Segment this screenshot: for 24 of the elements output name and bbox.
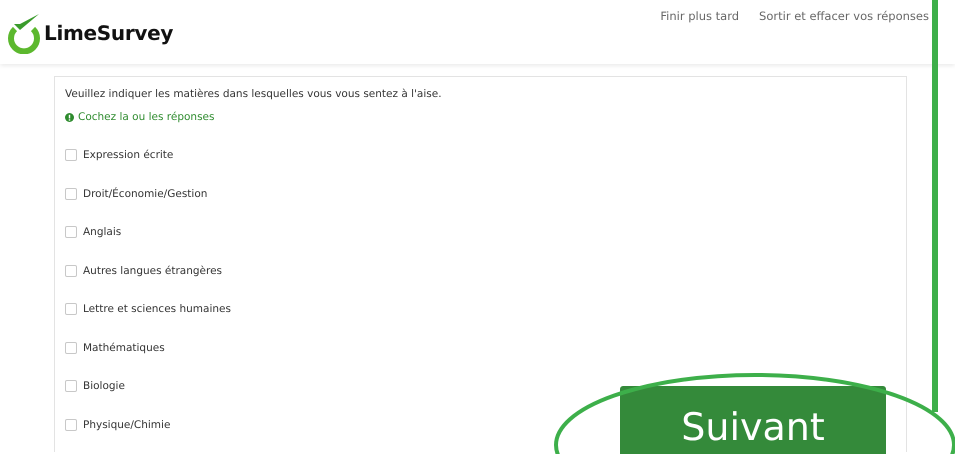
checkbox[interactable] bbox=[65, 418, 77, 430]
checkbox[interactable] bbox=[65, 188, 77, 200]
logo-icon bbox=[6, 12, 42, 54]
option-label: Physique/Chimie bbox=[83, 418, 170, 430]
header-link[interactable]: Finir plus tard bbox=[660, 9, 740, 23]
checkbox[interactable] bbox=[65, 342, 77, 354]
next-button[interactable]: Suivant bbox=[620, 386, 886, 454]
option-label: Mathématiques bbox=[83, 342, 165, 354]
option-label: Anglais bbox=[83, 226, 122, 238]
checkbox[interactable] bbox=[65, 264, 77, 276]
checkbox[interactable] bbox=[65, 380, 77, 392]
option-label: Droit/Économie/Gestion bbox=[83, 188, 208, 200]
option-label: Expression écrite bbox=[83, 149, 174, 161]
brand-name: LimeSurvey bbox=[44, 21, 174, 45]
hint-text: Cochez la ou les réponses bbox=[78, 111, 214, 123]
option-label: Lettre et sciences humaines bbox=[83, 303, 231, 315]
checkbox[interactable] bbox=[65, 226, 77, 238]
checkbox[interactable] bbox=[65, 149, 77, 161]
option-label: Autres langues étrangères bbox=[83, 264, 222, 276]
header-link[interactable]: Sortir et effacer vos réponses bbox=[759, 9, 929, 23]
checkbox[interactable] bbox=[65, 303, 77, 315]
option-label: Biologie bbox=[83, 380, 125, 392]
question-text: Veuillez indiquer les matières dans lesquelles vous vous sentez à l'aise. bbox=[65, 88, 443, 100]
exclamation-icon bbox=[65, 112, 74, 122]
